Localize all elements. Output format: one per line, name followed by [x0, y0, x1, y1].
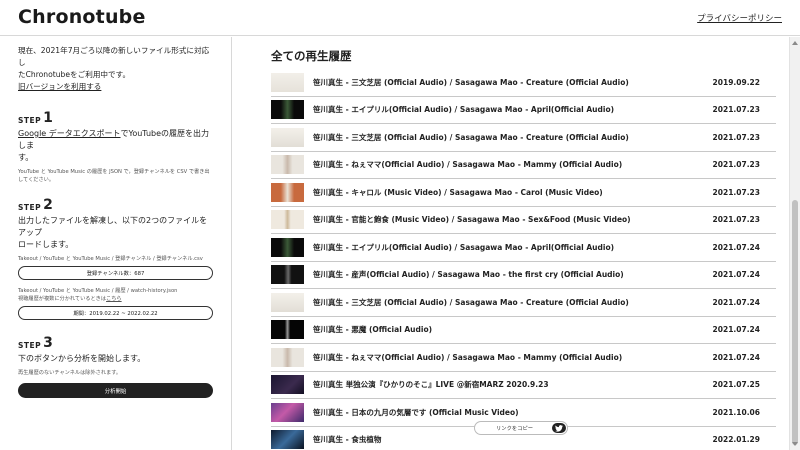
- history-file-path: Takeout / YouTube と YouTube Music / 履歴 /…: [18, 288, 178, 294]
- video-thumbnail[interactable]: [271, 155, 304, 175]
- history-row[interactable]: 笹川真生 - 三文芝居 (Official Audio) / Sasagawa …: [271, 69, 776, 97]
- step-2-text-line: 出力したファイルを解凍し、以下の2つのファイルをアップ: [18, 216, 208, 237]
- video-title[interactable]: 笹川真生 - キャロル (Music Video) / Sasagawa Mao…: [313, 187, 776, 198]
- start-analysis-button[interactable]: 分析開始: [18, 383, 213, 398]
- step-2-text-line: ロードします。: [18, 240, 74, 249]
- history-row[interactable]: 笹川真生 - 三文芝居 (Official Audio) / Sasagawa …: [271, 124, 776, 152]
- history-row[interactable]: 笹川真生 - 悪魔 (Official Audio) 2021.07.24: [271, 317, 776, 344]
- video-title[interactable]: 笹川真生 - 日本の九月の気層です (Official Music Video): [313, 407, 776, 418]
- video-title[interactable]: 笹川真生 - 悪魔 (Official Audio): [313, 324, 776, 335]
- history-row[interactable]: 笹川真生 - 官能と飽食 (Music Video) / Sasagawa Ma…: [271, 207, 776, 234]
- scroll-up-arrow-icon[interactable]: [792, 41, 798, 45]
- video-thumbnail[interactable]: [271, 182, 304, 202]
- watch-date: 2021.07.23: [712, 160, 760, 170]
- step-label: STEP: [18, 203, 42, 212]
- scroll-down-arrow-icon[interactable]: [792, 442, 798, 446]
- watch-date: 2021.07.24: [712, 270, 760, 280]
- video-thumbnail[interactable]: [271, 292, 304, 312]
- step-1-text: Google データエクスポートでYouTubeの履歴を出力しま す。: [18, 128, 213, 164]
- history-row[interactable]: 笹川真生 - 三文芝居 (Official Audio) / Sasagawa …: [271, 289, 776, 317]
- history-note-text: 視聴履歴が複数に分かれているときは: [18, 296, 107, 302]
- video-title[interactable]: 笹川真生 - 産声(Official Audio) / Sasagawa Mao…: [313, 269, 776, 280]
- scrollbar-thumb[interactable]: [792, 200, 798, 445]
- watch-date: 2022.01.29: [712, 435, 760, 445]
- copy-link-button[interactable]: リンクをコピー: [496, 424, 533, 432]
- watch-date: 2021.07.25: [712, 380, 760, 390]
- twitter-share-button[interactable]: [552, 423, 566, 433]
- video-title[interactable]: 笹川真生 - 官能と飽食 (Music Video) / Sasagawa Ma…: [313, 214, 776, 225]
- video-title[interactable]: 笹川真生 - エイプリル(Official Audio) / Sasagawa …: [313, 104, 776, 115]
- watch-date: 2021.10.06: [712, 407, 760, 417]
- video-title[interactable]: 笹川真生 - 三文芝居 (Official Audio) / Sasagawa …: [313, 297, 776, 308]
- history-row[interactable]: 笹川真生 - ねぇママ(Official Audio) / Sasagawa M…: [271, 152, 776, 179]
- history-note-link[interactable]: こちら: [106, 296, 122, 302]
- video-thumbnail[interactable]: [271, 127, 304, 147]
- video-title[interactable]: 笹川真生 - 三文芝居 (Official Audio) / Sasagawa …: [313, 77, 776, 88]
- subscriptions-upload-button[interactable]: 登録チャンネル数：687: [18, 266, 213, 280]
- step-number: 3: [43, 335, 53, 351]
- history-file-note: 視聴履歴が複数に分かれているときはこちら: [18, 295, 213, 303]
- step-number: 2: [43, 197, 53, 213]
- step-number: 1: [43, 110, 53, 126]
- video-title[interactable]: 笹川真生 単独公演『ひかりのそこ』LIVE @新宿MARZ 2020.9.23: [313, 379, 776, 390]
- video-thumbnail[interactable]: [271, 402, 304, 422]
- video-thumbnail[interactable]: [271, 320, 304, 340]
- video-thumbnail[interactable]: [271, 72, 304, 92]
- watch-date: 2019.09.22: [712, 77, 760, 87]
- privacy-policy-link[interactable]: プライバシーポリシー: [697, 12, 782, 24]
- video-thumbnail[interactable]: [271, 237, 304, 257]
- intro-line: たChronotubeをご利用中です。: [18, 70, 131, 79]
- video-thumbnail[interactable]: [271, 375, 304, 395]
- video-title[interactable]: 笹川真生 - エイプリル(Official Audio) / Sasagawa …: [313, 242, 776, 253]
- history-row[interactable]: 笹川真生 - エイプリル(Official Audio) / Sasagawa …: [271, 97, 776, 124]
- video-title[interactable]: 笹川真生 - 食虫植物: [313, 434, 776, 445]
- step-1: STEP 1 Google データエクスポートでYouTubeの履歴を出力しま …: [18, 107, 213, 184]
- watch-date: 2021.07.23: [712, 132, 760, 142]
- video-title[interactable]: 笹川真生 - ねぇママ(Official Audio) / Sasagawa M…: [313, 159, 776, 170]
- step-1-text-rest: す。: [18, 153, 34, 162]
- history-row[interactable]: 笹川真生 - キャロル (Music Video) / Sasagawa Mao…: [271, 179, 776, 207]
- twitter-icon: [555, 424, 563, 432]
- watch-date: 2021.07.23: [712, 215, 760, 225]
- google-takeout-link[interactable]: Google データエクスポート: [18, 129, 121, 138]
- intro-text: 現在、2021年7月ごろ以降の新しいファイル形式に対応し たChronotube…: [18, 45, 213, 93]
- history-list: 笹川真生 - 三文芝居 (Official Audio) / Sasagawa …: [271, 69, 776, 450]
- step-3-text: 下のボタンから分析を開始します。: [18, 354, 146, 363]
- page-title: 全ての再生履歴: [271, 49, 352, 63]
- video-thumbnail[interactable]: [271, 430, 304, 450]
- step-2-text: 出力したファイルを解凍し、以下の2つのファイルをアップ ロードします。: [18, 215, 213, 251]
- history-panel: 全ての再生履歴 笹川真生 - 三文芝居 (Official Audio) / S…: [240, 37, 789, 450]
- video-thumbnail[interactable]: [271, 347, 304, 367]
- app-logo[interactable]: Chronotube: [18, 6, 146, 28]
- step-3: STEP 3 下のボタンから分析を開始します。 再生履歴のないチャンネルは除外さ…: [18, 332, 213, 398]
- history-row[interactable]: 笹川真生 単独公演『ひかりのそこ』LIVE @新宿MARZ 2020.9.23 2…: [271, 372, 776, 399]
- watch-date: 2021.07.24: [712, 325, 760, 335]
- step-2: STEP 2 出力したファイルを解凍し、以下の2つのファイルをアップ ロードしま…: [18, 194, 213, 320]
- scrollbar[interactable]: [789, 37, 800, 450]
- watch-date: 2021.07.24: [712, 352, 760, 362]
- video-title[interactable]: 笹川真生 - ねぇママ(Official Audio) / Sasagawa M…: [313, 352, 776, 363]
- history-upload-button[interactable]: 期間：2019.02.22 ~ 2022.02.22: [18, 306, 213, 320]
- watch-date: 2021.07.23: [712, 187, 760, 197]
- step-label: STEP: [18, 116, 42, 125]
- video-thumbnail[interactable]: [271, 100, 304, 120]
- copy-link-widget[interactable]: リンクをコピー: [474, 421, 568, 435]
- header: Chronotube プライバシーポリシー: [0, 0, 800, 36]
- video-thumbnail[interactable]: [271, 210, 304, 230]
- step-label: STEP: [18, 341, 42, 350]
- watch-date: 2021.07.24: [712, 242, 760, 252]
- watch-date: 2021.07.23: [712, 105, 760, 115]
- history-row[interactable]: 笹川真生 - エイプリル(Official Audio) / Sasagawa …: [271, 234, 776, 262]
- subscriptions-file-path: Takeout / YouTube と YouTube Music / 登録チャ…: [18, 256, 203, 262]
- sidebar: 現在、2021年7月ごろ以降の新しいファイル形式に対応し たChronotube…: [0, 37, 232, 450]
- video-title[interactable]: 笹川真生 - 三文芝居 (Official Audio) / Sasagawa …: [313, 132, 776, 143]
- step-1-note: YouTube と YouTube Music の履歴を JSON で，登録チャ…: [18, 169, 210, 183]
- history-row[interactable]: 笹川真生 - 産声(Official Audio) / Sasagawa Mao…: [271, 262, 776, 289]
- watch-date: 2021.07.24: [712, 297, 760, 307]
- intro-line: 現在、2021年7月ごろ以降の新しいファイル形式に対応し: [18, 46, 210, 67]
- old-version-link[interactable]: 旧バージョンを利用する: [18, 82, 101, 91]
- video-thumbnail[interactable]: [271, 265, 304, 285]
- step-3-note: 再生履歴のないチャンネルは除外されます。: [18, 370, 122, 376]
- history-row[interactable]: 笹川真生 - ねぇママ(Official Audio) / Sasagawa M…: [271, 344, 776, 372]
